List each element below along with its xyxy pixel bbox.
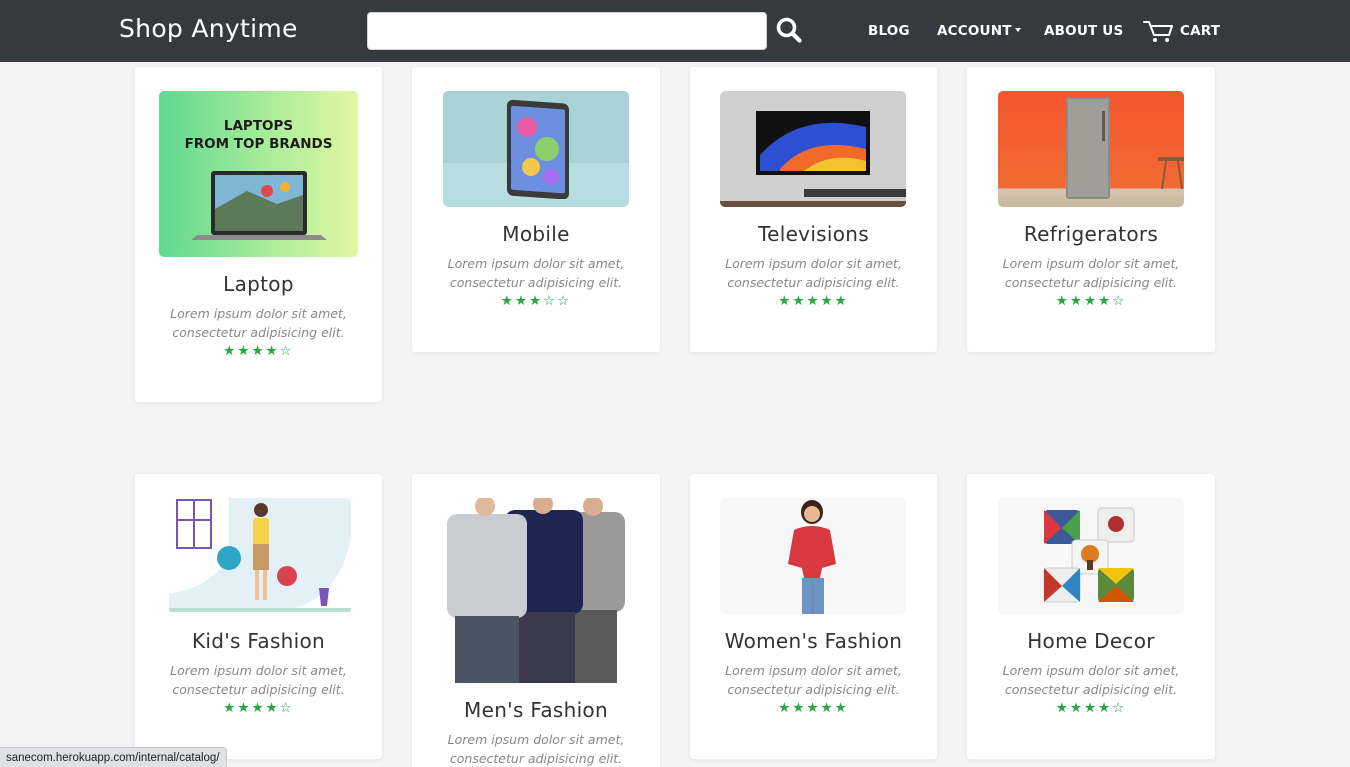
home-decor-image bbox=[998, 498, 1184, 614]
product-description: Lorem ipsum dolor sit amet, consectetur … bbox=[447, 256, 625, 290]
product-title[interactable]: Kid's Fashion bbox=[135, 629, 382, 653]
product-card-womens-fashion[interactable]: Women's Fashion Lorem ipsum dolor sit am… bbox=[690, 474, 937, 759]
product-title[interactable]: Women's Fashion bbox=[690, 629, 937, 653]
kid-graphic bbox=[169, 498, 351, 612]
rating-stars: ★★★★☆ bbox=[223, 700, 294, 716]
product-title[interactable]: Refrigerators bbox=[967, 222, 1215, 246]
nav-blog-link[interactable]: BLOG bbox=[868, 23, 910, 39]
product-title[interactable]: Laptop bbox=[135, 272, 382, 296]
nav-account-label: ACCOUNT bbox=[937, 23, 1012, 39]
product-title[interactable]: Men's Fashion bbox=[412, 698, 660, 722]
product-description: Lorem ipsum dolor sit amet, consectetur … bbox=[1002, 256, 1180, 290]
product-title[interactable]: Televisions bbox=[690, 222, 937, 246]
tablet-graphic bbox=[507, 99, 569, 199]
tshirts-graphic bbox=[447, 498, 625, 683]
product-card-kids-fashion[interactable]: Kid's Fashion Lorem ipsum dolor sit amet… bbox=[135, 474, 382, 759]
kids-fashion-image bbox=[169, 498, 351, 614]
product-title[interactable]: Mobile bbox=[412, 222, 660, 246]
product-card-laptop[interactable]: LAPTOPS FROM TOP BRANDS Laptop Lorem ips… bbox=[135, 67, 382, 402]
laptop-graphic bbox=[191, 171, 327, 240]
product-description: Lorem ipsum dolor sit amet, consectetur … bbox=[725, 663, 902, 697]
search-icon bbox=[776, 17, 802, 43]
laptop-banner-line1: LAPTOPS bbox=[223, 118, 294, 134]
womens-fashion-image bbox=[720, 498, 906, 614]
product-description: Lorem ipsum dolor sit amet, consectetur … bbox=[447, 732, 625, 766]
woman-graphic bbox=[788, 500, 836, 614]
rating-stars: ★★★★☆ bbox=[1055, 293, 1127, 309]
product-card-mobile[interactable]: Mobile Lorem ipsum dolor sit amet, conse… bbox=[412, 67, 660, 352]
cart-icon[interactable] bbox=[1143, 19, 1175, 43]
search-button[interactable] bbox=[772, 14, 806, 48]
mens-fashion-image bbox=[443, 498, 629, 683]
laptop-image: LAPTOPS FROM TOP BRANDS bbox=[159, 91, 358, 257]
laptop-banner-line2: FROM TOP BRANDS bbox=[184, 136, 333, 152]
tv-graphic bbox=[720, 111, 906, 207]
product-description: Lorem ipsum dolor sit amet, consectetur … bbox=[725, 256, 902, 290]
fridge-graphic bbox=[1066, 97, 1184, 199]
product-description: Lorem ipsum dolor sit amet, consectetur … bbox=[170, 663, 347, 697]
product-description: Lorem ipsum dolor sit amet, consectetur … bbox=[1002, 663, 1180, 697]
rating-stars: ★★★★☆ bbox=[223, 343, 294, 359]
product-card-refrigerators[interactable]: Refrigerators Lorem ipsum dolor sit amet… bbox=[967, 67, 1215, 352]
televisions-image bbox=[720, 91, 906, 207]
rating-stars: ★★★★★ bbox=[778, 700, 849, 716]
product-card-mens-fashion[interactable]: Men's Fashion Lorem ipsum dolor sit amet… bbox=[412, 474, 660, 767]
cushions-graphic bbox=[1043, 507, 1135, 603]
product-title[interactable]: Home Decor bbox=[967, 629, 1215, 653]
rating-stars: ★★★★★ bbox=[778, 293, 849, 309]
product-card-home-decor[interactable]: Home Decor Lorem ipsum dolor sit amet, c… bbox=[967, 474, 1215, 759]
product-card-televisions[interactable]: Televisions Lorem ipsum dolor sit amet, … bbox=[690, 67, 937, 352]
nav-about-link[interactable]: ABOUT US bbox=[1044, 23, 1123, 39]
navbar: Shop Anytime BLOG ACCOUNT ABOUT US CART bbox=[0, 0, 1350, 62]
mobile-image bbox=[443, 91, 629, 207]
link-status-bar: sanecom.herokuapp.com/internal/catalog/ bbox=[0, 747, 227, 767]
rating-stars: ★★★☆☆ bbox=[500, 293, 572, 309]
brand-logo[interactable]: Shop Anytime bbox=[119, 14, 298, 43]
search-input[interactable] bbox=[367, 12, 767, 50]
rating-stars: ★★★★☆ bbox=[1055, 700, 1127, 716]
nav-account-dropdown[interactable]: ACCOUNT bbox=[937, 23, 1021, 39]
refrigerators-image bbox=[998, 91, 1184, 207]
nav-cart-link[interactable]: CART bbox=[1180, 23, 1220, 39]
product-description: Lorem ipsum dolor sit amet, consectetur … bbox=[170, 306, 347, 340]
caret-down-icon bbox=[1014, 28, 1021, 32]
